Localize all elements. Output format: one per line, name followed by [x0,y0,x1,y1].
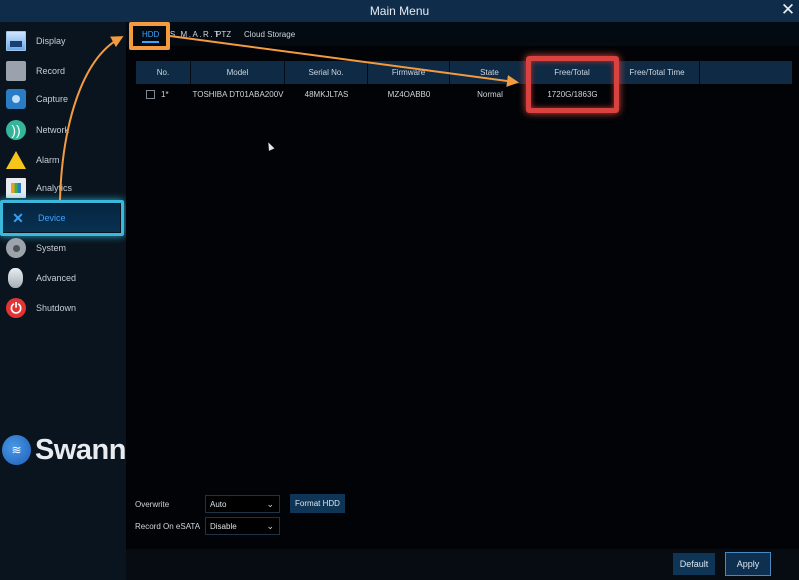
tab-hdd[interactable]: HDD [142,22,160,46]
gear-icon [6,238,26,258]
main-panel: HDD S.M.A.R.T PTZ Cloud Storage No. Mode… [126,22,799,580]
table-row[interactable]: 1* TOSHIBA DT01ABA200V 48MKJLTAS MZ4OABB… [136,84,792,104]
power-icon: ⏻ [6,298,26,318]
sidebar-item-label: Capture [36,94,69,104]
chevron-down-icon: ⌄ [266,521,274,531]
cell-empty [700,84,792,104]
record-esata-value: Disable [210,521,237,531]
sidebar-item-system[interactable]: System [0,234,126,262]
title-bar: Main Menu ✕ [0,0,799,22]
sidebar-item-label: Device [38,213,66,223]
sidebar-item-network[interactable]: )) Network [0,116,126,144]
cell-serial: 48MKJLTAS [304,89,349,99]
apply-button[interactable]: Apply [725,552,771,576]
cell-no: 1* [136,84,191,104]
default-button[interactable]: Default [673,553,715,575]
overwrite-setting: Overwrite Auto ⌄ [135,495,280,513]
camera-icon [6,89,26,109]
display-icon [6,31,26,51]
tab-cloud-storage[interactable]: Cloud Storage [244,22,295,46]
brand-name: Swann [35,433,126,466]
sidebar-item-advanced[interactable]: Advanced [0,264,126,292]
column-header: Free/Total Time [615,61,700,84]
record-esata-label: Record On eSATA [135,521,201,531]
column-header [700,61,792,84]
hdd-table: No. Model Serial No. Firmware State Free… [136,61,792,104]
sidebar-item-label: Network [36,125,70,135]
column-header: State [450,61,530,84]
column-header: Firmware [368,61,450,84]
sidebar-item-alarm[interactable]: Alarm [0,146,126,174]
sidebar-item-analytics[interactable]: Analytics [0,174,126,202]
sidebar-item-label: Display [36,36,66,46]
cell-free-total-time [615,84,700,104]
column-header: Serial No. [285,61,368,84]
sidebar-item-label: Analytics [36,183,73,193]
tab-bar: HDD S.M.A.R.T PTZ Cloud Storage [126,22,799,50]
overwrite-label: Overwrite [135,499,170,509]
sidebar-item-shutdown[interactable]: ⏻ Shutdown [0,294,126,322]
sidebar-item-device[interactable]: ✕ Device [2,204,120,232]
sidebar-item-record[interactable]: Record [0,57,126,85]
sidebar-item-capture[interactable]: Capture [0,85,126,113]
sidebar-item-label: Alarm [36,155,60,165]
tab-smart[interactable]: S.M.A.R.T [170,22,220,46]
mouse-icon [8,268,23,288]
network-icon: )) [6,120,26,140]
sidebar-item-display[interactable]: Display [0,27,126,55]
format-hdd-button[interactable]: Format HDD [290,494,345,513]
wrench-icon: ✕ [12,209,24,226]
window-title: Main Menu [369,4,430,18]
column-header: No. [136,61,191,84]
swann-logo-icon: ≋ [2,435,32,465]
record-icon [6,61,26,81]
sidebar: Display Record Capture )) Network Alarm … [0,22,126,580]
brand-logo: ≋ Swann [0,430,126,470]
close-icon[interactable]: ✕ [779,1,797,19]
overwrite-select[interactable]: Auto ⌄ [205,495,280,513]
analytics-icon [6,178,26,198]
tab-ptz[interactable]: PTZ [216,22,231,46]
column-header: Model [191,61,285,84]
record-esata-select[interactable]: Disable ⌄ [205,517,280,535]
cell-free-total: 1720G/1863G [547,89,598,99]
disk-number: 1* [161,89,169,99]
column-header: Free/Total [530,61,615,84]
overwrite-value: Auto [210,499,227,509]
alarm-icon [6,151,26,169]
chevron-down-icon: ⌄ [266,499,274,509]
sidebar-item-label: System [36,243,67,253]
record-esata-setting: Record On eSATA Disable ⌄ [135,517,280,535]
row-checkbox[interactable] [146,89,155,99]
table-header: No. Model Serial No. Firmware State Free… [136,61,792,84]
cell-state: Normal [477,89,503,99]
cell-firmware: MZ4OABB0 [387,89,431,99]
sidebar-item-label: Shutdown [36,303,77,313]
cell-model: TOSHIBA DT01ABA200V [192,89,284,99]
dvr-main-menu: Main Menu ✕ Display Record Capture )) Ne… [0,0,799,580]
sidebar-item-label: Advanced [36,273,77,283]
mouse-cursor-icon [265,141,275,151]
sidebar-item-label: Record [36,66,66,76]
